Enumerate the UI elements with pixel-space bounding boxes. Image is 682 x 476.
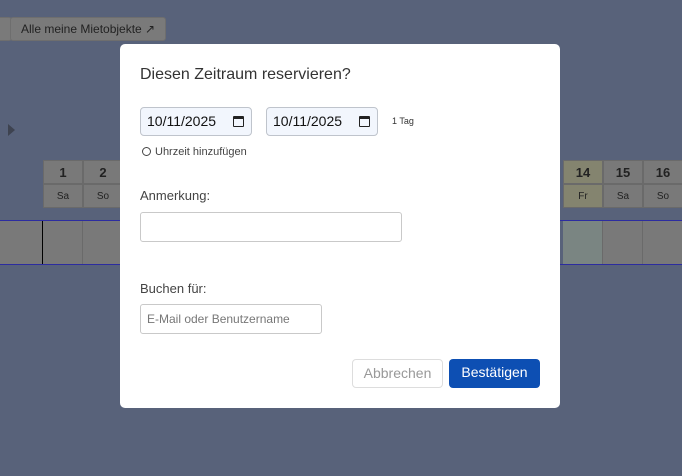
add-time-link[interactable]: Uhrzeit hinzufügen	[142, 146, 247, 158]
reservation-dialog: Diesen Zeitraum reservieren? 10/11/2025 …	[120, 44, 560, 408]
calendar-cell[interactable]	[83, 221, 123, 264]
duration-text: 1 Tag	[392, 116, 414, 126]
cancel-button[interactable]: Abbrechen	[352, 359, 443, 388]
calendar-day-number: 16	[643, 160, 682, 184]
book-for-label: Buchen für:	[140, 281, 207, 296]
calendar-day-number: 14	[563, 160, 603, 184]
calendar-day-number: 15	[603, 160, 643, 184]
next-arrow-icon[interactable]	[8, 124, 15, 136]
confirm-button[interactable]: Bestätigen	[449, 359, 540, 388]
row-label-cell	[0, 221, 43, 264]
calendar-weekday: Fr	[563, 184, 603, 208]
add-time-label: Uhrzeit hinzufügen	[155, 146, 247, 158]
calendar-cell[interactable]	[563, 221, 603, 264]
clock-icon	[142, 147, 151, 156]
calendar-cell[interactable]	[643, 221, 682, 264]
calendar-day-number: 1	[43, 160, 83, 184]
calendar-weekday: Sa	[43, 184, 83, 208]
calendar-icon[interactable]	[233, 116, 244, 127]
calendar-weekday: Sa	[603, 184, 643, 208]
end-date-value: 10/11/2025	[273, 113, 343, 129]
calendar-cell[interactable]	[603, 221, 643, 264]
calendar-cell[interactable]	[43, 221, 83, 264]
calendar-weekday: So	[643, 184, 682, 208]
start-date-input[interactable]: 10/11/2025	[140, 107, 252, 136]
calendar-icon[interactable]	[359, 116, 370, 127]
calendar-day-number: 2	[83, 160, 123, 184]
start-date-value: 10/11/2025	[147, 113, 217, 129]
note-label: Anmerkung:	[140, 188, 211, 203]
book-for-input[interactable]: E-Mail oder Benutzername	[140, 304, 322, 334]
calendar-weekday: So	[83, 184, 123, 208]
all-objects-button[interactable]: Alle meine Mietobjekte ↗	[10, 17, 167, 41]
dialog-title: Diesen Zeitraum reservieren?	[140, 66, 351, 83]
end-date-input[interactable]: 10/11/2025	[266, 107, 378, 136]
note-input[interactable]	[140, 212, 402, 242]
